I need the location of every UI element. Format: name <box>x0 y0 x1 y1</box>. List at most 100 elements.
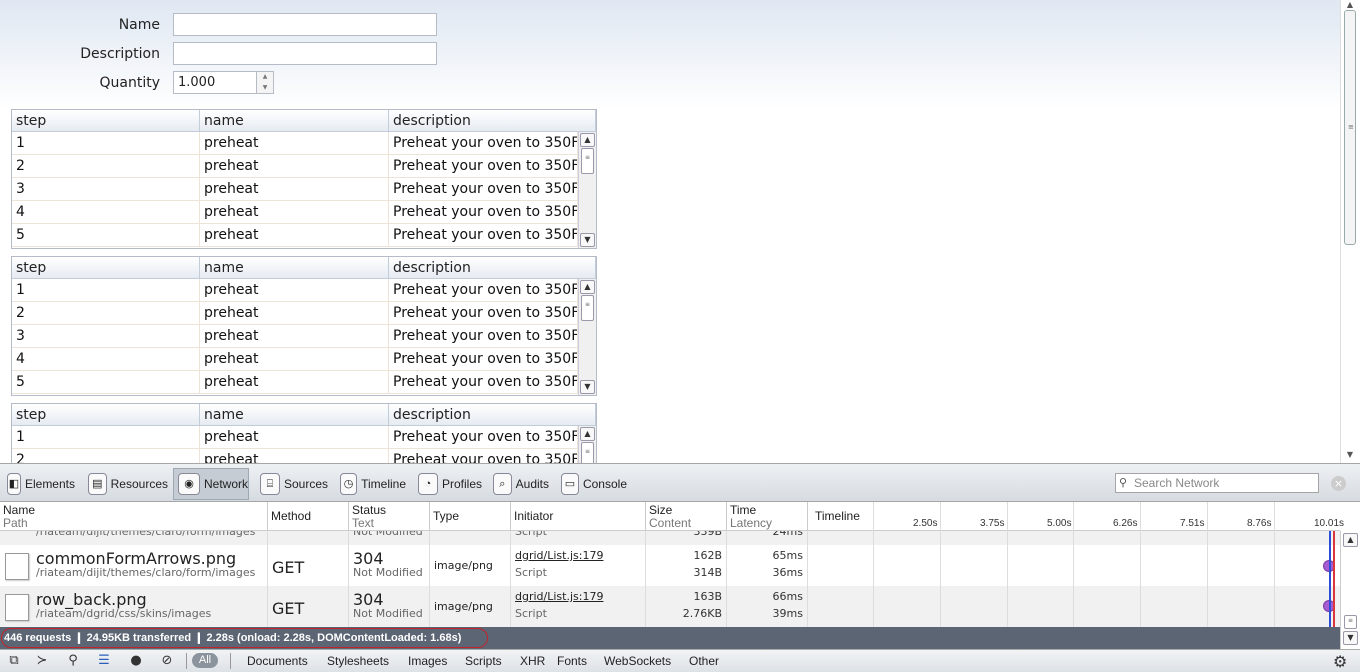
grid-cell-description: Preheat your oven to 350F <box>389 178 578 201</box>
initiator-link[interactable]: dgrid/List.js:179 <box>515 590 603 603</box>
grid-row[interactable]: 2 preheat Preheat your oven to 350F <box>12 155 578 178</box>
scrollbar-thumb[interactable]: ≡ <box>581 295 594 321</box>
grid-scrollbar[interactable]: ▲≡▼ <box>578 426 596 463</box>
record-icon[interactable]: ● <box>127 653 145 669</box>
grid-scrollbar[interactable]: ▲≡ ▼ <box>578 279 596 395</box>
quantity-stepper: ▲ ▼ <box>256 71 274 94</box>
scroll-up-arrow-icon[interactable]: ▲ <box>580 427 595 441</box>
network-request-row[interactable]: /riateam/dijit/themes/claro/form/images N… <box>0 531 1340 545</box>
grid-column-header-name[interactable]: name <box>200 110 389 132</box>
scroll-up-arrow-icon[interactable]: ▲ <box>1343 533 1358 547</box>
tab-elements[interactable]: ◧ Elements <box>3 469 75 499</box>
scroll-up-arrow-icon[interactable]: ▲ <box>580 133 595 147</box>
grid-row[interactable]: 3 preheat Preheat your oven to 350F <box>12 325 578 348</box>
gear-icon[interactable]: ⚙ <box>1333 652 1347 671</box>
grid-column-header-step[interactable]: step <box>12 404 200 426</box>
grid-row[interactable]: 2 preheat Preheat your oven to 350F <box>12 302 578 325</box>
grid-row[interactable]: 5 preheat Preheat your oven to 350F <box>12 371 578 394</box>
timeline-gridline <box>1140 586 1141 627</box>
tab-resources[interactable]: ▤ Resources <box>84 469 168 499</box>
network-request-row[interactable]: commonFormArrows.png/riateam/dijit/theme… <box>0 545 1340 586</box>
grid-row[interactable]: 3 preheat Preheat your oven to 350F <box>12 178 578 201</box>
timeline-gridline <box>1140 502 1141 531</box>
scroll-down-arrow-icon[interactable]: ▼ <box>580 380 595 394</box>
grid-column-header-name[interactable]: name <box>200 257 389 279</box>
grid-column-header-description[interactable]: description <box>389 257 596 279</box>
grid-scrollbar[interactable]: ▲≡ ▼ <box>578 132 596 248</box>
grid-row[interactable]: 5 preheat Preheat your oven to 350F <box>12 224 578 247</box>
scrollbar-thumb[interactable]: ≡ <box>1344 10 1356 245</box>
scroll-down-arrow-icon[interactable]: ▼ <box>580 233 595 247</box>
column-method[interactable]: Method <box>268 502 349 531</box>
filter-websockets[interactable]: WebSockets <box>604 654 671 668</box>
name-input[interactable] <box>173 13 437 36</box>
request-path: /riateam/dijit/themes/claro/form/images <box>36 566 256 579</box>
large-rows-icon[interactable]: ☰ <box>95 653 113 669</box>
grid-row[interactable]: 4 preheat Preheat your oven to 350F <box>12 201 578 224</box>
column-path-label: Path <box>3 516 28 530</box>
grid-header: step name description <box>12 404 596 426</box>
search-network-input[interactable]: ⚲ Search Network <box>1115 473 1319 493</box>
filter-xhr[interactable]: XHR <box>520 654 545 668</box>
tab-profiles[interactable]: ◔ Profiles <box>414 469 482 499</box>
dock-icon[interactable]: ⧉ <box>5 653 23 669</box>
scrollbar-thumb[interactable]: ≡ <box>581 442 594 463</box>
timeline-gridline <box>1140 531 1141 545</box>
clear-icon[interactable]: ⊘ <box>158 653 176 669</box>
tab-sources[interactable]: ⌸ Sources <box>256 469 328 499</box>
tab-console[interactable]: ▭ Console <box>557 469 627 499</box>
grid-cell-name: preheat <box>200 348 389 371</box>
filter-other[interactable]: Other <box>689 654 719 668</box>
grid-row[interactable]: 1 preheat Preheat your oven to 350F <box>12 279 578 302</box>
request-size: 163B <box>693 590 722 603</box>
grid-cell-description: Preheat your oven to 350F <box>389 279 578 302</box>
filter-scripts[interactable]: Scripts <box>465 654 502 668</box>
inspect-search-icon[interactable]: ⚲ <box>64 653 82 669</box>
scroll-down-arrow-icon[interactable]: ▼ <box>1343 450 1357 460</box>
spinner-up-button[interactable]: ▲ <box>257 72 273 82</box>
console-drawer-icon[interactable]: ≻ <box>33 653 51 669</box>
close-icon[interactable]: × <box>1331 476 1346 491</box>
filter-fonts[interactable]: Fonts <box>557 654 587 668</box>
filter-all[interactable]: All <box>192 653 218 668</box>
timeline-gridline <box>1207 502 1208 531</box>
tab-timeline[interactable]: ◷ Timeline <box>336 469 406 499</box>
column-name[interactable]: Name Path <box>0 502 268 531</box>
spinner-down-button[interactable]: ▼ <box>257 83 273 93</box>
tab-network[interactable]: ◉ Network <box>173 468 249 500</box>
grid-column-header-description[interactable]: description <box>389 404 596 426</box>
timeline-gridline <box>1007 502 1008 531</box>
network-request-row[interactable]: row_back.png/riateam/dgrid/css/skins/ima… <box>0 586 1340 627</box>
grid-column-header-step[interactable]: step <box>12 257 200 279</box>
steps-grid: step name description 1 preheat Preheat your … <box>11 256 597 396</box>
grid-column-header-description[interactable]: description <box>389 110 596 132</box>
scrollbar-thumb[interactable]: ≡ <box>581 148 594 174</box>
filter-stylesheets[interactable]: Stylesheets <box>327 654 389 668</box>
scrollbar-thumb[interactable]: ≡ <box>1344 615 1357 629</box>
network-scrollbar[interactable]: ▲ ≡ ▼ <box>1340 531 1360 649</box>
filter-documents[interactable]: Documents <box>247 654 308 668</box>
grid-cell-description: Preheat your oven to 350F <box>389 348 578 371</box>
column-status[interactable]: Status Text <box>349 502 430 531</box>
tab-audits[interactable]: ⌕ Audits <box>489 469 549 499</box>
network-header: Name Path Method Status Text Type Initia… <box>0 502 1344 531</box>
grid-row[interactable]: 1 preheat Preheat your oven to 350F <box>12 426 578 449</box>
grid-column-header-name[interactable]: name <box>200 404 389 426</box>
scroll-up-arrow-icon[interactable]: ▲ <box>580 280 595 294</box>
page-scrollbar[interactable]: ▲ ≡ ▼ <box>1340 0 1360 463</box>
grid-row[interactable]: 4 preheat Preheat your oven to 350F <box>12 348 578 371</box>
grid-row[interactable]: 2 preheat Preheat your oven to 350F <box>12 449 578 463</box>
scroll-up-arrow-icon[interactable]: ▲ <box>1343 0 1357 10</box>
column-type[interactable]: Type <box>430 502 511 531</box>
grid-column-header-step[interactable]: step <box>12 110 200 132</box>
initiator-link[interactable]: dgrid/List.js:179 <box>515 549 603 562</box>
grid-row[interactable]: 1 preheat Preheat your oven to 350F <box>12 132 578 155</box>
filter-images[interactable]: Images <box>408 654 447 668</box>
description-input[interactable] <box>173 42 437 65</box>
column-time[interactable]: Time Latency <box>727 502 808 531</box>
column-initiator[interactable]: Initiator <box>511 502 646 531</box>
timeline-gridline <box>940 502 941 531</box>
quantity-input[interactable]: 1.000 <box>173 71 257 94</box>
column-size[interactable]: Size Content <box>646 502 727 531</box>
scroll-down-arrow-icon[interactable]: ▼ <box>1343 631 1358 645</box>
